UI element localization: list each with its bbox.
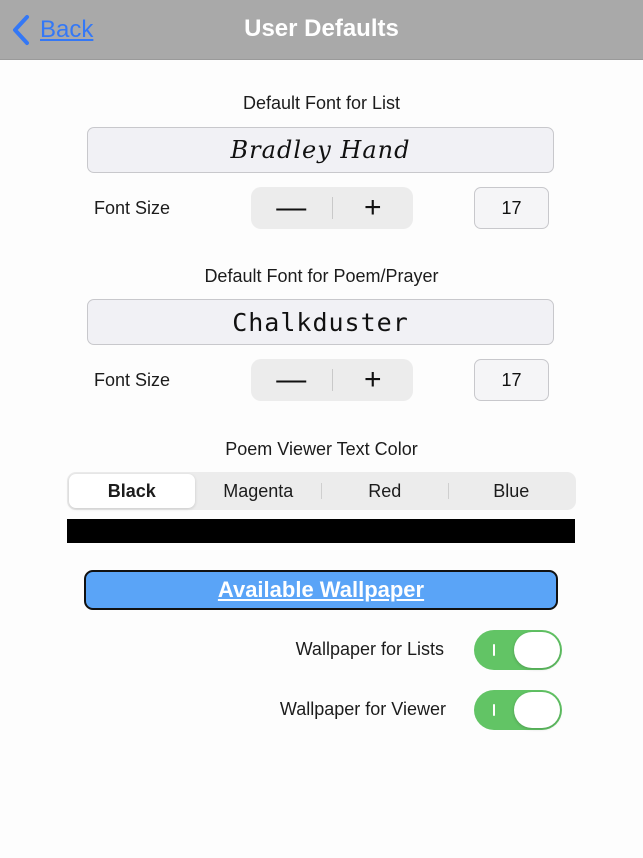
wallpaper-lists-label: Wallpaper for Lists xyxy=(295,639,444,659)
text-color-heading: Poem Viewer Text Color xyxy=(225,439,418,459)
page-title: User Defaults xyxy=(244,15,399,42)
segment-blue[interactable]: Blue xyxy=(449,474,575,508)
segment-black[interactable]: Black xyxy=(69,474,195,508)
navigation-bar: Back User Defaults xyxy=(0,0,643,60)
list-font-heading: Default Font for List xyxy=(242,93,401,113)
poem-font-size-increment-button[interactable]: + xyxy=(333,359,414,401)
list-font-size-increment-button[interactable]: + xyxy=(333,187,414,229)
text-color-preview xyxy=(67,519,575,543)
list-font-size-stepper: — + xyxy=(251,187,413,229)
poem-font-size-decrement-button[interactable]: — xyxy=(251,359,332,401)
toggle-knob xyxy=(514,692,560,728)
list-font-size-decrement-button[interactable]: — xyxy=(251,187,332,229)
wallpaper-viewer-label: Wallpaper for Viewer xyxy=(279,699,446,719)
list-font-size-label: Font Size xyxy=(94,198,171,218)
text-color-segmented-control: Black Magenta Red Blue xyxy=(67,472,576,510)
available-wallpaper-button[interactable]: Available Wallpaper xyxy=(84,570,558,610)
poem-font-size-label: Font Size xyxy=(94,370,171,390)
segment-magenta[interactable]: Magenta xyxy=(196,474,322,508)
poem-font-selector[interactable]: Chalkduster xyxy=(87,299,554,345)
wallpaper-viewer-toggle[interactable] xyxy=(474,690,562,730)
toggle-on-mark xyxy=(493,704,495,716)
list-font-size-value: 17 xyxy=(474,187,549,229)
segment-red[interactable]: Red xyxy=(322,474,448,508)
poem-font-heading: Default Font for Poem/Prayer xyxy=(204,266,439,286)
poem-font-size-value: 17 xyxy=(474,359,549,401)
list-font-selector[interactable]: Bradley Hand xyxy=(87,127,554,173)
wallpaper-lists-toggle[interactable] xyxy=(474,630,562,670)
toggle-on-mark xyxy=(493,644,495,656)
toggle-knob xyxy=(514,632,560,668)
poem-font-size-stepper: — + xyxy=(251,359,413,401)
